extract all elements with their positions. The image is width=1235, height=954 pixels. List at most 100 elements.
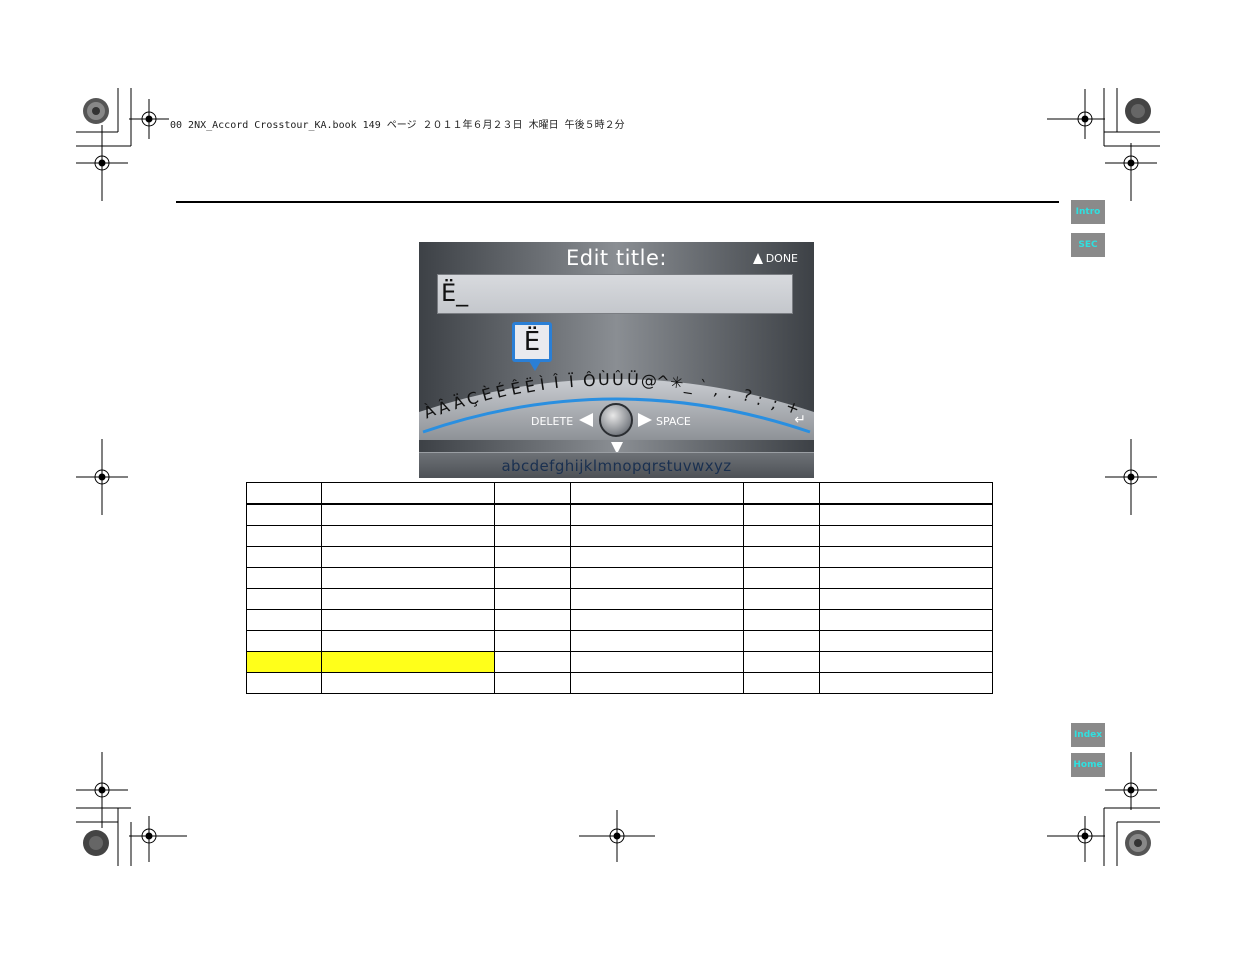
table-cell [819,525,993,547]
table-cell [246,588,322,610]
table-cell [819,672,993,694]
nav-intro-button[interactable]: Intro [1071,200,1105,224]
table-cell [494,546,571,568]
selected-char: Ë [515,325,549,359]
char-key[interactable]: ` [697,377,708,397]
table-cell [819,630,993,652]
char-key[interactable]: Ü [626,370,638,389]
table-cell [321,503,495,526]
table-cell [494,482,571,505]
char-key[interactable]: Û [612,370,624,389]
char-key[interactable]: Ë [524,376,537,397]
table-cell [743,630,820,652]
table-cell [494,503,571,526]
table-row [246,567,993,589]
table-cell [321,525,495,547]
table-row [246,546,993,568]
table-cell [743,588,820,610]
table-cell [570,672,744,694]
table-cell [570,630,744,652]
table-cell [321,609,495,631]
table-cell [743,651,820,673]
table-row [246,630,993,652]
table-cell [494,525,571,547]
table-row [246,651,993,673]
table-cell [246,482,322,505]
nav-home-button[interactable]: Home [1071,753,1105,777]
table-cell [494,609,571,631]
table-cell [819,503,993,526]
table-cell [743,503,820,526]
table-cell [743,567,820,589]
table-cell [246,567,322,589]
table-cell [321,567,495,589]
print-header: 00 2NX_Accord Crosstour_KA.book 149 ページ … [170,120,625,131]
space-label: SPACE [656,415,691,428]
char-key[interactable]: Ï [568,371,574,390]
table-cell [494,567,571,589]
table-cell [246,503,322,526]
delete-label: DELETE [531,415,574,428]
table-cell [570,609,744,631]
table-cell [246,672,322,694]
table-cell [321,546,495,568]
char-key[interactable]: , [712,379,721,399]
table-cell [570,482,744,505]
nav-sec-button[interactable]: SEC [1071,233,1105,257]
char-key[interactable]: Ê [509,378,523,399]
header-rule [176,201,1059,203]
table-cell [819,588,993,610]
table-cell [570,546,744,568]
char-key[interactable]: Ù [597,370,609,389]
table-cell [246,546,322,568]
table-row [246,672,993,694]
table-cell [570,525,744,547]
char-key[interactable]: É [494,381,508,402]
char-key[interactable]: ✳ [669,372,685,393]
table-row [246,609,993,631]
table-cell [570,651,744,673]
table-cell [743,546,820,568]
table-cell [246,609,322,631]
table-cell [246,651,322,673]
table-cell [570,588,744,610]
arrow-left-icon[interactable] [579,413,593,427]
table-cell [743,482,820,505]
table-cell [321,588,495,610]
control-row: DELETE SPACE ↵ [419,402,814,454]
table-cell [321,651,495,673]
char-key[interactable]: Ì [538,374,546,393]
table-row [246,525,993,547]
popup-pointer [529,361,541,371]
enter-icon[interactable]: ↵ [794,412,806,428]
title-input[interactable]: Ë_ [437,274,793,314]
done-button[interactable]: DONE [752,252,798,265]
table-row [246,588,993,610]
alphabet-row[interactable]: abcdefghijklmnopqrstuvwxyz [419,457,814,475]
triangle-up-icon [752,253,763,264]
table-cell [246,525,322,547]
char-key[interactable]: Î [553,373,560,392]
arrow-right-icon[interactable] [638,413,652,427]
char-key[interactable]: _ [683,375,694,395]
table-row [246,503,993,526]
char-key[interactable]: . [726,382,736,402]
joystick-knob-icon[interactable] [599,403,633,437]
table-cell [570,567,744,589]
table-cell [494,630,571,652]
title-input-value: Ë_ [441,279,469,307]
table-cell [321,630,495,652]
nav-index-button[interactable]: Index [1071,723,1105,747]
table-cell [743,609,820,631]
table-cell [743,672,820,694]
char-key[interactable]: Ô [583,370,597,390]
table-cell [819,546,993,568]
done-label: DONE [765,252,798,265]
table-cell [819,651,993,673]
char-key[interactable]: ^ [655,371,670,391]
table-cell [743,525,820,547]
selected-char-popup: Ë [512,322,552,362]
table-cell [570,503,744,526]
table-cell [494,672,571,694]
table-cell [494,588,571,610]
